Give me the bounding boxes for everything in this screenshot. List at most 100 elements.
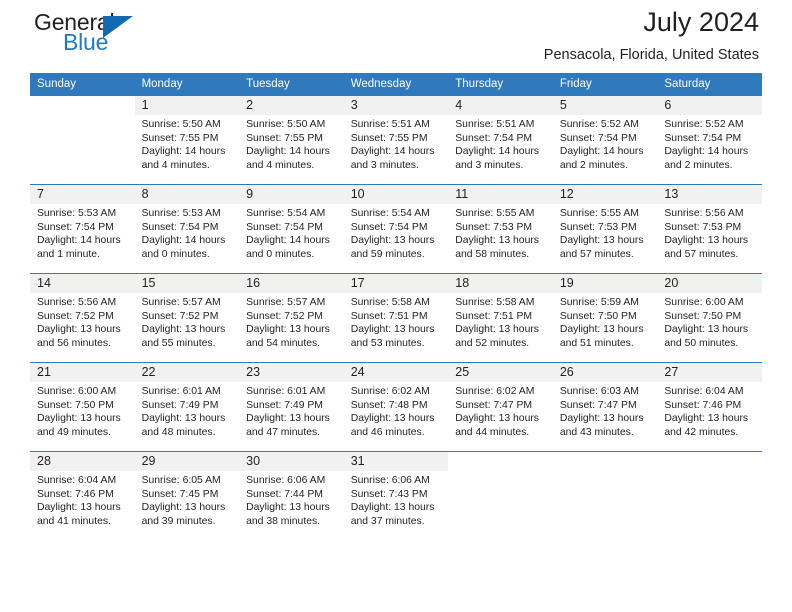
day-detail-daylight-line2: and 41 minutes. bbox=[37, 515, 111, 527]
day-number: 5 bbox=[552, 96, 658, 115]
calendar-day-cell[interactable]: 29 Sunrise: 6:05 AM Sunset: 7:45 PM Dayligh… bbox=[134, 451, 240, 540]
calendar-day-cell[interactable]: 4 Sunrise: 5:51 AM Sunset: 7:54 PM Daylight… bbox=[448, 96, 553, 185]
day-detail-sunrise: Sunrise: 5:57 AM bbox=[141, 297, 221, 308]
day-number: 29 bbox=[134, 452, 240, 471]
day-detail-sunrise: Sunrise: 6:05 AM bbox=[141, 475, 221, 486]
calendar-day-cell[interactable]: 19 Sunrise: 5:59 AM Sunset: 7:50 PM Dayligh… bbox=[552, 273, 658, 363]
calendar-day-cell[interactable]: 24 Sunrise: 6:02 AM Sunset: 7:48 PM Dayligh… bbox=[343, 362, 449, 452]
day-number: 3 bbox=[343, 96, 449, 115]
day-detail-sunset: Sunset: 7:46 PM bbox=[37, 488, 114, 500]
day-detail-daylight-line2: and 47 minutes. bbox=[246, 426, 321, 438]
day-detail-daylight-line2: and 0 minutes. bbox=[246, 248, 315, 260]
calendar-body: 1 Sunrise: 5:50 AM Sunset: 7:55 PM Daylight… bbox=[30, 96, 762, 540]
calendar-day-cell[interactable]: 14 Sunrise: 5:56 AM Sunset: 7:52 PM Dayligh… bbox=[30, 273, 135, 363]
calendar-day-cell[interactable]: 18 Sunrise: 5:58 AM Sunset: 7:51 PM Dayligh… bbox=[448, 273, 553, 363]
day-detail-daylight-line2: and 52 minutes. bbox=[455, 337, 530, 349]
day-cell-inner: 17 Sunrise: 5:58 AM Sunset: 7:51 PM Dayligh… bbox=[343, 274, 449, 362]
day-detail-sunrise: Sunrise: 6:01 AM bbox=[246, 386, 326, 397]
calendar-day-cell[interactable]: 21 Sunrise: 6:00 AM Sunset: 7:50 PM Dayligh… bbox=[30, 362, 135, 452]
calendar-day-cell[interactable]: 17 Sunrise: 5:58 AM Sunset: 7:51 PM Dayligh… bbox=[343, 273, 449, 363]
day-detail-sunset: Sunset: 7:44 PM bbox=[246, 488, 323, 500]
day-cell-inner: 11 Sunrise: 5:55 AM Sunset: 7:53 PM Dayligh… bbox=[448, 185, 553, 273]
calendar-day-cell[interactable]: 28 Sunrise: 6:04 AM Sunset: 7:46 PM Dayligh… bbox=[30, 451, 135, 540]
day-detail-sunrise: Sunrise: 5:58 AM bbox=[455, 297, 535, 308]
calendar-day-cell[interactable]: 2 Sunrise: 5:50 AM Sunset: 7:55 PM Daylight… bbox=[239, 96, 344, 185]
calendar-day-cell[interactable]: 16 Sunrise: 5:57 AM Sunset: 7:52 PM Dayligh… bbox=[239, 273, 344, 363]
calendar-day-cell[interactable]: 12 Sunrise: 5:55 AM Sunset: 7:53 PM Dayligh… bbox=[552, 184, 658, 274]
day-detail-sunrise: Sunrise: 5:50 AM bbox=[141, 119, 221, 130]
day-detail-sunrise: Sunrise: 5:50 AM bbox=[246, 119, 326, 130]
calendar-day-cell bbox=[30, 96, 135, 185]
day-number: 17 bbox=[343, 274, 449, 293]
day-cell-inner: 8 Sunrise: 5:53 AM Sunset: 7:54 PM Daylight… bbox=[134, 185, 240, 273]
calendar-day-cell[interactable]: 8 Sunrise: 5:53 AM Sunset: 7:54 PM Daylight… bbox=[134, 184, 240, 274]
day-detail-sunset: Sunset: 7:54 PM bbox=[455, 132, 533, 144]
day-detail-daylight-line1: Daylight: 14 hours bbox=[559, 146, 644, 158]
day-detail-daylight-line1: Daylight: 13 hours bbox=[37, 413, 121, 425]
day-cell-inner: 10 Sunrise: 5:54 AM Sunset: 7:54 PM Dayligh… bbox=[343, 185, 449, 273]
day-details: Sunrise: 5:55 AM Sunset: 7:53 PM Daylight:… bbox=[448, 204, 553, 261]
day-detail-sunrise: Sunrise: 5:56 AM bbox=[664, 208, 744, 219]
day-cell-inner: 13 Sunrise: 5:56 AM Sunset: 7:53 PM Dayligh… bbox=[657, 185, 762, 273]
calendar-day-cell[interactable]: 25 Sunrise: 6:02 AM Sunset: 7:47 PM Dayligh… bbox=[448, 362, 553, 452]
day-cell-inner: 7 Sunrise: 5:53 AM Sunset: 7:54 PM Daylight… bbox=[30, 185, 135, 273]
calendar-day-cell[interactable]: 31 Sunrise: 6:06 AM Sunset: 7:43 PM Dayligh… bbox=[343, 451, 449, 540]
day-details: Sunrise: 5:57 AM Sunset: 7:52 PM Daylight:… bbox=[135, 293, 240, 350]
day-number: 4 bbox=[448, 96, 553, 115]
calendar-day-cell[interactable]: 7 Sunrise: 5:53 AM Sunset: 7:54 PM Daylight… bbox=[30, 184, 135, 274]
day-detail-daylight-line1: Daylight: 13 hours bbox=[350, 413, 435, 425]
day-detail-daylight-line2: and 2 minutes. bbox=[664, 159, 733, 171]
calendar-day-cell[interactable]: 5 Sunrise: 5:52 AM Sunset: 7:54 PM Daylight… bbox=[552, 96, 658, 185]
day-detail-daylight-line2: and 55 minutes. bbox=[141, 337, 216, 349]
calendar-day-cell[interactable]: 6 Sunrise: 5:52 AM Sunset: 7:54 PM Daylight… bbox=[657, 96, 762, 185]
day-details bbox=[30, 115, 135, 118]
calendar-day-cell[interactable]: 15 Sunrise: 5:57 AM Sunset: 7:52 PM Dayligh… bbox=[134, 273, 240, 363]
day-details bbox=[657, 471, 762, 474]
day-detail-daylight-line2: and 51 minutes. bbox=[559, 337, 634, 349]
day-detail-daylight-line2: and 56 minutes. bbox=[37, 337, 111, 349]
day-cell-inner: 30 Sunrise: 6:06 AM Sunset: 7:44 PM Dayligh… bbox=[239, 452, 344, 540]
day-detail-sunrise: Sunrise: 5:53 AM bbox=[37, 208, 117, 219]
weekday-header-tuesday: Tuesday bbox=[239, 73, 344, 96]
calendar-day-cell[interactable]: 11 Sunrise: 5:55 AM Sunset: 7:53 PM Dayligh… bbox=[448, 184, 553, 274]
day-cell-inner: 22 Sunrise: 6:01 AM Sunset: 7:49 PM Dayligh… bbox=[134, 363, 240, 451]
day-details: Sunrise: 5:52 AM Sunset: 7:54 PM Daylight:… bbox=[657, 115, 762, 172]
day-detail-daylight-line2: and 50 minutes. bbox=[664, 337, 739, 349]
day-detail-daylight-line1: Daylight: 13 hours bbox=[559, 413, 644, 425]
calendar-day-cell[interactable]: 3 Sunrise: 5:51 AM Sunset: 7:55 PM Daylight… bbox=[343, 96, 449, 185]
day-detail-daylight-line1: Daylight: 13 hours bbox=[455, 324, 539, 336]
day-cell-inner: 15 Sunrise: 5:57 AM Sunset: 7:52 PM Dayligh… bbox=[134, 274, 240, 362]
day-details: Sunrise: 5:58 AM Sunset: 7:51 PM Daylight:… bbox=[344, 293, 449, 350]
day-detail-sunrise: Sunrise: 5:55 AM bbox=[559, 208, 639, 219]
day-detail-daylight-line2: and 43 minutes. bbox=[559, 426, 634, 438]
calendar-day-cell bbox=[552, 451, 658, 540]
day-details: Sunrise: 6:00 AM Sunset: 7:50 PM Daylight:… bbox=[30, 382, 135, 439]
day-number: 16 bbox=[239, 274, 344, 293]
day-details: Sunrise: 5:55 AM Sunset: 7:53 PM Daylight:… bbox=[553, 204, 658, 261]
calendar-day-cell[interactable]: 26 Sunrise: 6:03 AM Sunset: 7:47 PM Dayligh… bbox=[552, 362, 658, 452]
logo-text-blue: Blue bbox=[63, 29, 109, 55]
weekday-header-sunday: Sunday bbox=[30, 73, 135, 96]
calendar-day-cell[interactable]: 27 Sunrise: 6:04 AM Sunset: 7:46 PM Dayligh… bbox=[657, 362, 762, 452]
calendar-day-cell[interactable]: 22 Sunrise: 6:01 AM Sunset: 7:49 PM Dayligh… bbox=[134, 362, 240, 452]
weekday-header-saturday: Saturday bbox=[657, 73, 762, 96]
day-details: Sunrise: 6:02 AM Sunset: 7:47 PM Daylight:… bbox=[448, 382, 553, 439]
day-details: Sunrise: 5:56 AM Sunset: 7:53 PM Daylight:… bbox=[657, 204, 762, 261]
calendar-day-cell[interactable]: 9 Sunrise: 5:54 AM Sunset: 7:54 PM Daylight… bbox=[239, 184, 344, 274]
day-details bbox=[553, 471, 658, 474]
day-detail-daylight-line1: Daylight: 13 hours bbox=[350, 324, 435, 336]
day-detail-daylight-line2: and 49 minutes. bbox=[37, 426, 111, 438]
day-detail-sunset: Sunset: 7:49 PM bbox=[141, 399, 219, 411]
calendar-day-cell[interactable]: 23 Sunrise: 6:01 AM Sunset: 7:49 PM Dayligh… bbox=[239, 362, 344, 452]
day-detail-daylight-line1: Daylight: 14 hours bbox=[37, 235, 121, 247]
day-details: Sunrise: 5:59 AM Sunset: 7:50 PM Daylight:… bbox=[553, 293, 658, 350]
day-detail-daylight-line1: Daylight: 13 hours bbox=[455, 235, 539, 247]
calendar-day-cell[interactable]: 13 Sunrise: 5:56 AM Sunset: 7:53 PM Dayligh… bbox=[657, 184, 762, 274]
calendar-day-cell[interactable]: 10 Sunrise: 5:54 AM Sunset: 7:54 PM Dayligh… bbox=[343, 184, 449, 274]
day-number: 21 bbox=[30, 363, 135, 382]
calendar-day-cell[interactable]: 20 Sunrise: 6:00 AM Sunset: 7:50 PM Dayligh… bbox=[657, 273, 762, 363]
calendar-day-cell[interactable]: 1 Sunrise: 5:50 AM Sunset: 7:55 PM Daylight… bbox=[134, 96, 240, 185]
general-blue-logo[interactable]: General Blue bbox=[34, 10, 204, 64]
calendar-day-cell[interactable]: 30 Sunrise: 6:06 AM Sunset: 7:44 PM Dayligh… bbox=[239, 451, 344, 540]
day-detail-daylight-line2: and 38 minutes. bbox=[246, 515, 321, 527]
